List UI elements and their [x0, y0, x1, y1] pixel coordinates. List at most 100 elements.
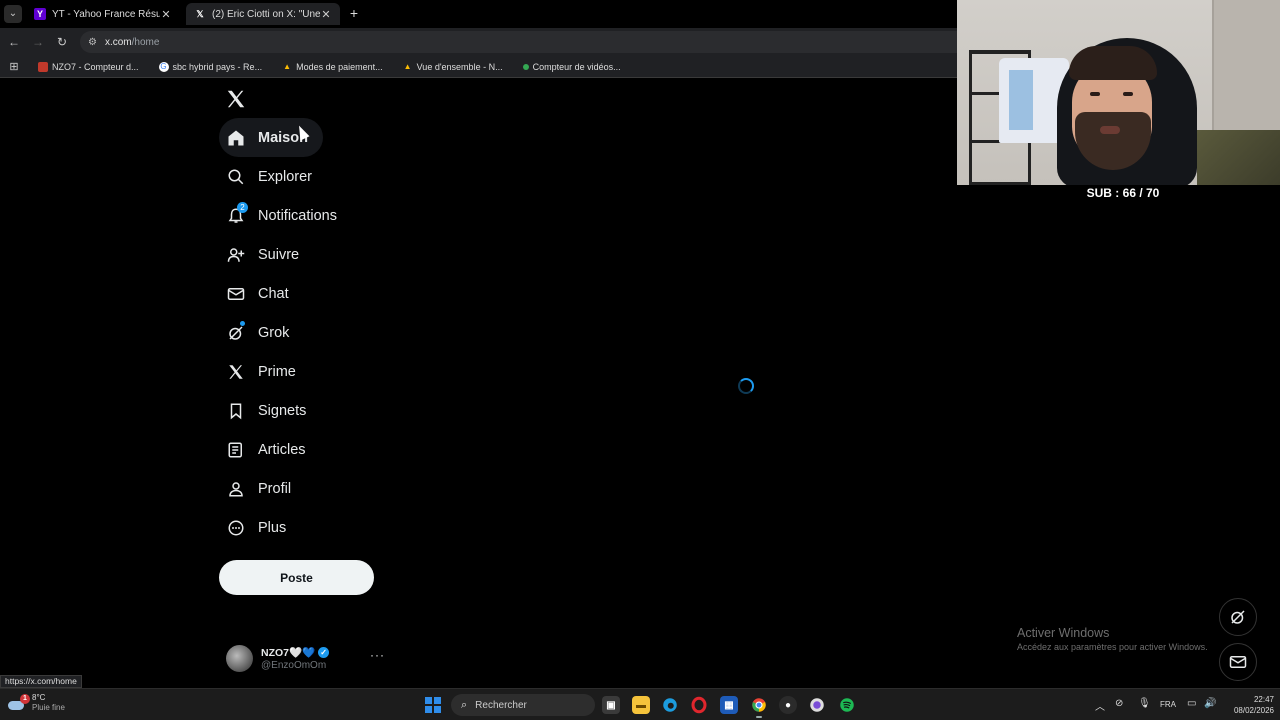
sidebar-item-articles[interactable]: Articles: [219, 430, 379, 469]
tab-close-icon[interactable]: ✕: [160, 8, 172, 21]
screen: ⌄ Y YT - Yahoo France Résultats de ✕ 𝕏 (…: [0, 0, 1280, 720]
edge-icon[interactable]: [661, 696, 679, 714]
spotify-icon[interactable]: [838, 696, 856, 714]
display-icon[interactable]: ▭: [1187, 698, 1196, 709]
avatar: [226, 644, 253, 672]
sidebar-item-home[interactable]: Maison: [219, 118, 323, 157]
search-icon: [227, 168, 245, 186]
sidebar-item-profile[interactable]: Profil: [219, 469, 379, 508]
clock-time: 22:47: [1253, 695, 1274, 704]
bookmark-item[interactable]: NZO7 - Compteur d...: [38, 61, 139, 72]
sidebar-item-label: Explorer: [258, 168, 312, 185]
weather-widget[interactable]: 1 8°C Pluie fine: [8, 693, 65, 713]
tab-x[interactable]: 𝕏 (2) Eric Ciotti on X: "Une nouvel ✕: [186, 3, 340, 25]
mail-icon: [227, 285, 245, 303]
bookmark-item[interactable]: ▲ Vue d'ensemble - N...: [403, 62, 503, 72]
account-switcher[interactable]: NZO7🤍💙 ✓ @EnzoOmOm ···: [226, 642, 386, 674]
activation-watermark: Activer Windows Accédez aux paramètres p…: [1017, 626, 1237, 652]
sidebar-item-explore[interactable]: Explorer: [219, 157, 379, 196]
watermark-title: Activer Windows: [1017, 626, 1110, 640]
tab-close-icon[interactable]: ✕: [320, 8, 332, 21]
bookmark-item[interactable]: ▲ Modes de paiement...: [282, 62, 383, 72]
site-info-icon[interactable]: ⚙: [88, 37, 97, 48]
sidebar-item-bookmarks[interactable]: Signets: [219, 391, 379, 430]
microphone-icon[interactable]: 🎙: [1138, 698, 1151, 709]
webcam-mouth: [1100, 126, 1120, 134]
grok-dot: [240, 321, 245, 326]
opera-icon[interactable]: [690, 696, 708, 714]
search-icon: ⌕: [461, 698, 468, 711]
store-icon[interactable]: ▦: [720, 696, 738, 714]
tray-chevron-icon[interactable]: ︿: [1095, 698, 1105, 713]
account-name-row: NZO7🤍💙 ✓: [261, 646, 330, 659]
tray-network-off-icon[interactable]: ⊘: [1115, 698, 1123, 709]
sidebar-item-grok[interactable]: Grok: [219, 313, 379, 352]
clock-date: 08/02/2026: [1233, 706, 1274, 715]
volume-icon[interactable]: 🔊: [1204, 698, 1216, 709]
language-indicator[interactable]: FRA: [1160, 700, 1176, 709]
taskbar-clock[interactable]: 22:47 08/02/2026: [1222, 694, 1274, 716]
file-explorer-icon[interactable]: ▬: [632, 696, 650, 714]
weather-alert-badge: 1: [20, 694, 30, 704]
active-app-indicator: [756, 716, 762, 718]
bookmark-icon: [227, 402, 245, 420]
grok-icon: [1231, 610, 1245, 624]
nzo-icon: [38, 61, 48, 72]
webcam-eye: [1090, 92, 1100, 96]
verified-badge-icon: ✓: [318, 646, 330, 658]
sidebar-item-label: Grok: [258, 324, 290, 341]
tab-title: YT - Yahoo France Résultats de: [52, 8, 160, 20]
sidebar-item-label: Articles: [258, 441, 306, 458]
weather-icon: 1: [8, 694, 30, 711]
apps-grid-icon[interactable]: ⊞: [0, 60, 28, 73]
sidebar-item-chat[interactable]: Chat: [219, 274, 379, 313]
new-tab-button[interactable]: +: [346, 5, 362, 21]
ads-icon: ▲: [403, 61, 412, 71]
tab-search-button[interactable]: ⌄: [4, 5, 22, 23]
person-icon: [227, 480, 245, 498]
notification-badge: 2: [237, 202, 248, 213]
steam-icon[interactable]: ●: [779, 696, 797, 714]
sidebar-item-label: Profil: [258, 480, 292, 497]
sidebar-item-label: Prime: [258, 363, 296, 380]
obs-icon[interactable]: [808, 696, 826, 714]
chrome-icon[interactable]: [750, 696, 768, 718]
tab-yahoo[interactable]: Y YT - Yahoo France Résultats de ✕: [26, 3, 180, 25]
taskbar-search[interactable]: ⌕ Rechercher: [451, 694, 595, 716]
status-url: https://x.com/home: [0, 675, 82, 688]
grok-icon: [227, 324, 245, 342]
sub-counter: SUB : 66 / 70: [1086, 186, 1160, 200]
x-icon: 𝕏: [196, 9, 204, 19]
bookmark-label: NZO7 - Compteur d...: [52, 61, 139, 72]
bookmark-label: Modes de paiement...: [296, 61, 383, 72]
sidebar-item-label: Notifications: [258, 207, 337, 224]
task-view-icon[interactable]: ▣: [602, 696, 620, 714]
bookmark-item[interactable]: G sbc hybrid pays - Re...: [158, 61, 263, 72]
bookmark-item[interactable]: Compteur de vidéos...: [522, 62, 621, 72]
sidebar-item-more[interactable]: Plus: [219, 508, 379, 547]
article-icon: [227, 441, 245, 459]
mail-icon: [1229, 656, 1247, 668]
webcam-hair: [1069, 46, 1157, 80]
webcam-blanket: [1197, 130, 1280, 185]
account-handle: @EnzoOmOm: [261, 659, 327, 671]
forward-arrow-icon[interactable]: →: [30, 34, 46, 50]
yahoo-icon: Y: [34, 8, 46, 20]
sidebar-item-follow[interactable]: Suivre: [219, 235, 379, 274]
account-text: NZO7🤍💙 ✓ @EnzoOmOm: [261, 646, 330, 671]
x-logo-icon[interactable]: [225, 88, 247, 110]
weather-condition: Pluie fine: [32, 703, 65, 712]
bookmark-label: sbc hybrid pays - Re...: [172, 61, 263, 72]
google-icon: G: [158, 61, 169, 72]
reload-icon[interactable]: ↻: [54, 34, 70, 50]
account-more-button[interactable]: ···: [370, 648, 385, 662]
loading-spinner: [738, 378, 754, 394]
account-name: NZO7🤍💙: [261, 646, 316, 659]
windows-start-icon[interactable]: [425, 697, 441, 713]
sidebar-item-notifications[interactable]: 2 Notifications: [219, 196, 379, 235]
taskbar: 1 8°C Pluie fine ⌕ Rechercher ▣ ▬ ▦ ● ︿ …: [0, 688, 1280, 720]
webcam-jersey-stripe: [1009, 70, 1033, 130]
post-button[interactable]: Poste: [219, 560, 374, 595]
sidebar-item-prime[interactable]: Prime: [219, 352, 379, 391]
back-arrow-icon[interactable]: ←: [6, 34, 22, 50]
